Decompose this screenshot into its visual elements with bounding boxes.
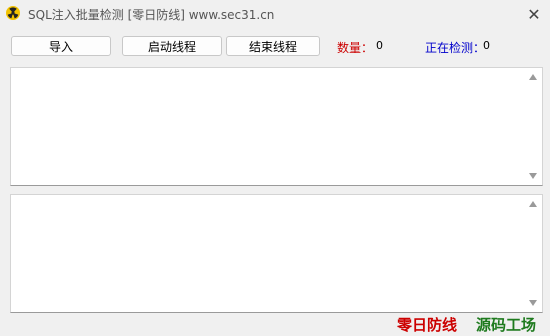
start-threads-button[interactable]: 启动线程 bbox=[122, 36, 222, 56]
import-button[interactable]: 导入 bbox=[11, 36, 111, 56]
count-label: 数量： bbox=[337, 41, 374, 55]
stop-threads-button[interactable]: 结束线程 bbox=[226, 36, 320, 56]
scroll-down-icon[interactable] bbox=[529, 173, 537, 179]
result-scrollbar[interactable] bbox=[525, 195, 542, 312]
brand-source-link[interactable]: 源码工场 bbox=[476, 314, 536, 335]
radiation-icon bbox=[6, 6, 20, 20]
brand-zeroday-link[interactable]: 零日防线 bbox=[397, 314, 457, 335]
scroll-up-icon[interactable] bbox=[529, 74, 537, 80]
scroll-down-icon[interactable] bbox=[529, 300, 537, 306]
count-value: 0 bbox=[376, 39, 383, 52]
close-icon: ✕ bbox=[527, 4, 541, 24]
checking-label: 正在检测： bbox=[425, 41, 486, 55]
title-bar: SQL注入批量检测 [零日防线] www.sec31.cn ✕ bbox=[0, 0, 550, 28]
result-textarea[interactable] bbox=[10, 194, 543, 313]
url-list-scrollbar[interactable] bbox=[525, 68, 542, 185]
url-list-textarea[interactable] bbox=[10, 67, 543, 186]
window-title: SQL注入批量检测 [零日防线] www.sec31.cn bbox=[28, 8, 275, 22]
checking-value: 0 bbox=[483, 39, 490, 52]
close-button[interactable]: ✕ bbox=[518, 0, 550, 28]
scroll-up-icon[interactable] bbox=[529, 201, 537, 207]
